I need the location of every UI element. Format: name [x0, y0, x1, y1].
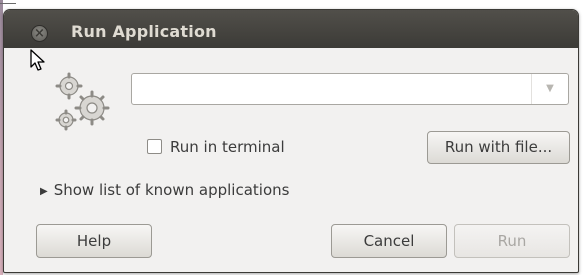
run-button[interactable]: Run: [454, 224, 570, 258]
gears-icon: [55, 72, 110, 131]
chevron-down-icon[interactable]: ▼: [531, 74, 568, 104]
mouse-pointer-icon: [30, 49, 45, 71]
run-in-terminal-checkbox[interactable]: [147, 139, 162, 154]
run-application-dialog: × Run Application ▼ Run in terminal Run …: [3, 9, 579, 273]
window-title: Run Application: [71, 22, 217, 41]
desktop-line: [0, 3, 16, 4]
cancel-button[interactable]: Cancel: [331, 224, 447, 258]
expander-label: Show list of known applications: [53, 181, 290, 199]
run-with-file-button[interactable]: Run with file...: [427, 131, 570, 164]
close-icon[interactable]: ×: [31, 25, 48, 42]
help-button[interactable]: Help: [36, 224, 152, 258]
command-input[interactable]: [138, 79, 522, 101]
known-applications-expander[interactable]: ▶ Show list of known applications: [40, 181, 289, 199]
triangle-right-icon: ▶: [40, 186, 48, 197]
run-in-terminal-label[interactable]: Run in terminal: [170, 138, 285, 156]
command-combobox[interactable]: ▼: [131, 73, 569, 105]
titlebar: × Run Application: [4, 10, 578, 48]
